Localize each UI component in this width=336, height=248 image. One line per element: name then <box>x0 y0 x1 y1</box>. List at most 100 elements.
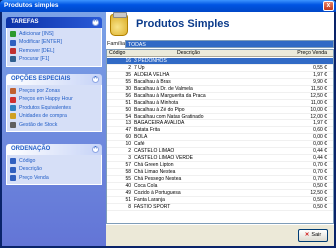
table-row[interactable]: 54 Bacalhau com Natas Gratinado 12,00 € <box>107 114 333 121</box>
table-row[interactable]: 49 Cozido à Portuguesa 12,50 € <box>107 190 333 197</box>
collapse-icon[interactable]: ^ <box>92 19 99 26</box>
table-row[interactable]: 40 Coca Cola 0,50 € <box>107 183 333 190</box>
sidebar-item[interactable]: Adicionar [INS] <box>10 30 101 38</box>
table-body: 16 3 PEDONHOS 2 7 Up 0,55 €35 ALDEIA VELHA 1,9… <box>107 58 333 211</box>
table-row[interactable]: 30 Bacalhau à Dr. de Valmela 11,50 € <box>107 86 333 93</box>
cell-price: 0,70 € <box>313 162 327 169</box>
cell-code: 3 <box>128 155 131 162</box>
sort-panel-header[interactable]: ORDENAÇÃO ^ <box>6 144 102 155</box>
cell-description: FASTIO SPORT <box>134 203 171 210</box>
special-options-panel-header[interactable]: OPÇÕES ESPECIAIS ^ <box>6 74 102 85</box>
table-row[interactable]: 51 Bacalhau à Minhota 11,00 € <box>107 100 333 107</box>
family-label: Família <box>107 41 126 47</box>
cell-description: Bacalhau com Natas Gratinado <box>134 113 204 120</box>
description-sort-icon <box>10 166 16 173</box>
sidebar: TAREFAS ^ Adicionar [INS] Modificar [ENTE… <box>2 12 106 246</box>
table-row[interactable]: 56 Bacalhau à Marguerita da Praca 12,50 € <box>107 93 333 100</box>
cell-price: 0,55 € <box>313 64 327 71</box>
table-row[interactable]: 55 Bacalhau à Bras 9,90 € <box>107 79 333 86</box>
cell-description: Cozido à Portuguesa <box>134 189 181 196</box>
column-header-description[interactable]: Descrição <box>177 50 200 56</box>
cell-code: 57 <box>125 162 131 169</box>
sidebar-item-label: Gestão de Stock <box>19 121 58 128</box>
cell-price: 0,44 € <box>313 155 327 162</box>
cell-price: 0,50 € <box>313 182 327 189</box>
cell-price: 11,50 € <box>310 85 327 92</box>
column-header-code[interactable]: Código <box>109 50 125 56</box>
sidebar-item-label: Preço Venda <box>19 174 49 181</box>
cell-price: 12,00 € <box>310 113 327 120</box>
sidebar-item-label: Unidades de compra <box>19 113 67 120</box>
collapse-icon[interactable]: ^ <box>92 146 99 153</box>
cell-description: Bacalhau à Bras <box>134 78 171 85</box>
sidebar-item[interactable]: Remover [DEL] <box>10 47 101 55</box>
sidebar-item[interactable]: Produtos Equivalentes <box>10 104 101 112</box>
exit-button-label: Sair <box>311 232 322 238</box>
cell-code: 60 <box>125 134 131 141</box>
sidebar-item[interactable]: Modificar [ENTER] <box>10 38 101 46</box>
sidebar-item-label: Adicionar [INS] <box>19 31 54 37</box>
table-row[interactable]: 55 Chá Pessego Nestea 0,70 € <box>107 176 333 183</box>
cell-description: CASTELO LIMAO <box>134 148 175 155</box>
edit-icon <box>10 39 16 46</box>
table-row[interactable]: 10 Café 0,00 € <box>107 141 333 149</box>
tasks-panel: TAREFAS ^ Adicionar [INS] Modificar [ENTE… <box>6 17 102 67</box>
family-select[interactable]: TODAS <box>125 40 334 48</box>
table-row[interactable]: 47 Batata Frita 0,60 € <box>107 127 333 135</box>
collapse-icon[interactable]: ^ <box>92 76 99 83</box>
cell-description: BOLA <box>134 134 148 141</box>
table-row[interactable]: 57 Chá Green Lipton 0,70 € <box>107 162 333 169</box>
cell-code: 30 <box>125 85 131 92</box>
cell-description: BAGACEIRA AVALIDA <box>134 120 185 127</box>
sidebar-item[interactable]: Preço Venda <box>10 174 101 182</box>
tasks-panel-header[interactable]: TAREFAS ^ <box>6 17 102 28</box>
cell-code: 2 <box>128 148 131 155</box>
stock-icon <box>10 121 16 128</box>
footer-bar: ✕ Sair <box>106 225 334 246</box>
cell-code: 51 <box>125 99 131 106</box>
sort-panel: ORDENAÇÃO ^ Código Descrição Preço Venda <box>6 144 102 186</box>
units-icon <box>10 113 16 120</box>
family-filter: Família TODAS <box>106 40 334 48</box>
cell-description: Chá Pessego Nestea <box>134 175 182 182</box>
sidebar-item[interactable]: Código <box>10 157 101 165</box>
cell-price: 0,50 € <box>313 203 327 210</box>
table-row[interactable]: 2 CASTELO LIMAO 0,44 € <box>107 148 333 156</box>
sidebar-item[interactable]: Procurar [F1] <box>10 55 101 63</box>
table-row[interactable]: 27 Up 0,55 € <box>107 65 333 72</box>
sidebar-item-label: Procurar [F1] <box>19 56 50 63</box>
cell-code: 56 <box>125 92 131 99</box>
window-title: Produtos simples <box>4 2 59 9</box>
cell-description: Bacalhau à Minhota <box>134 99 179 106</box>
column-header-price[interactable]: Preço Venda <box>297 50 327 56</box>
table-row[interactable]: 60 BOLA 0,00 € <box>107 134 333 142</box>
table-row[interactable]: 8 FASTIO SPORT 0,50 € <box>107 204 333 211</box>
cell-price: 0,44 € <box>313 148 327 155</box>
cell-code: 58 <box>125 169 131 175</box>
cell-description: CASTELO LIMAO VERDE <box>134 155 193 162</box>
close-icon[interactable]: x <box>323 1 334 11</box>
exit-icon: ✕ <box>304 232 310 238</box>
table-header: Código Descrição Preço Venda <box>107 50 333 57</box>
table-row[interactable]: 13 BAGACEIRA AVALIDA 1,97 € <box>107 120 333 128</box>
exit-button[interactable]: ✕ Sair <box>298 229 328 242</box>
sidebar-item[interactable]: Preços em Happy Hour <box>10 95 101 103</box>
table-row[interactable]: 50 Bacalhau à Zé do Pipo 10,00 € <box>107 107 333 114</box>
cell-price: 0,00 € <box>313 134 327 141</box>
table-row[interactable]: 16 3 PEDONHOS <box>107 58 333 65</box>
remove-icon <box>10 47 16 54</box>
table-row[interactable]: 35 ALDEIA VELHA 1,97 € <box>107 72 333 79</box>
sidebar-item[interactable]: Descrição <box>10 165 101 173</box>
table-row[interactable]: 58 Chá Limao Nestea 0,70 € <box>107 169 333 176</box>
sidebar-item[interactable]: Unidades de compra <box>10 112 101 120</box>
cell-description: Chá Limao Nestea <box>134 169 176 175</box>
table-row[interactable]: 3 CASTELO LIMAO VERDE 0,44 € <box>107 155 333 163</box>
sidebar-item[interactable]: Preços por Zonas <box>10 87 101 95</box>
table-row[interactable]: 51 Fanta Laranja 0,50 € <box>107 197 333 204</box>
code-sort-icon <box>10 158 16 165</box>
sidebar-item[interactable]: Gestão de Stock <box>10 121 101 129</box>
cell-code: 10 <box>125 141 131 148</box>
cell-code: 51 <box>125 196 131 203</box>
sidebar-item-label: Remover [DEL] <box>19 47 55 54</box>
cell-code: 2 <box>128 64 131 71</box>
